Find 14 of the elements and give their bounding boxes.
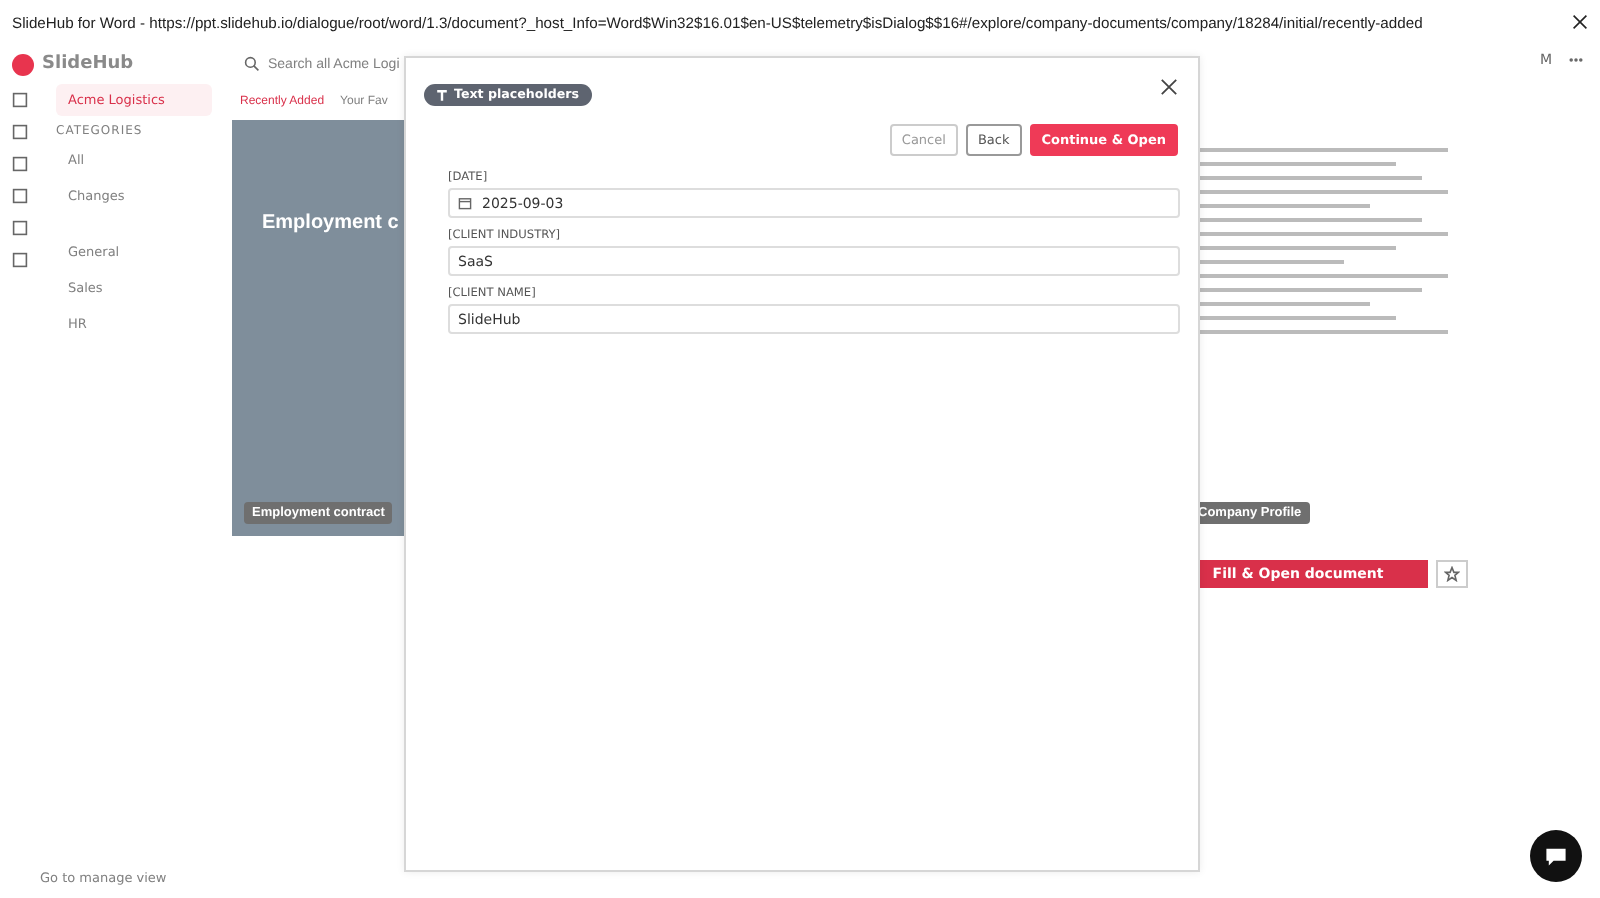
chat-icon: [1544, 844, 1568, 868]
logo-text: SlideHub: [42, 54, 134, 74]
close-icon: [1160, 78, 1178, 96]
calendar-icon: [458, 196, 472, 210]
card-title: Employment c: [260, 212, 399, 234]
close-button[interactable]: [1160, 78, 1180, 98]
text-icon: [436, 89, 448, 101]
close-icon: [1572, 14, 1588, 30]
search-icon: [244, 56, 260, 72]
logo-icon: [12, 53, 34, 75]
favorite-button[interactable]: [1436, 560, 1468, 588]
chat-button[interactable]: [1530, 830, 1582, 882]
star-icon: [1444, 566, 1460, 582]
more-icon: [1568, 52, 1584, 68]
